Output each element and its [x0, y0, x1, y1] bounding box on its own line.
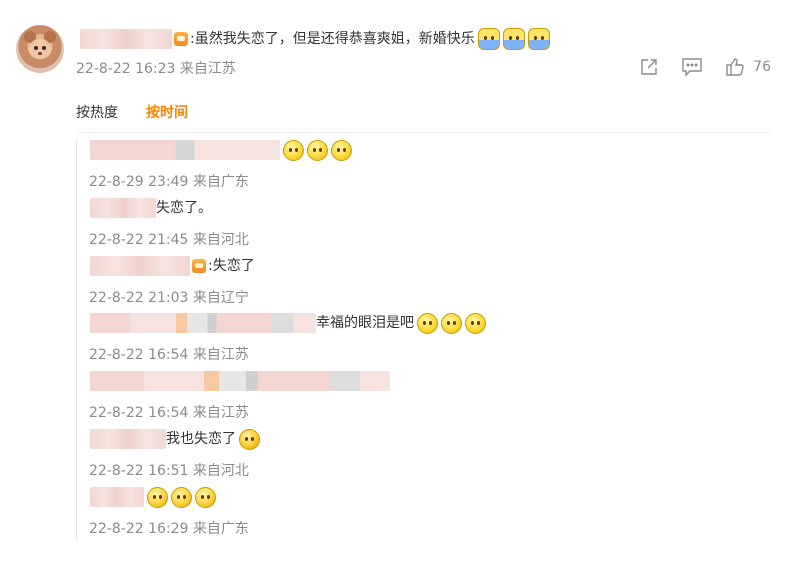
reply-item	[90, 486, 216, 508]
blurred-username[interactable]	[90, 313, 316, 333]
reply-meta: 22-8-22 21:03 来自辽宁	[89, 290, 249, 306]
share-button[interactable]	[639, 57, 659, 77]
comment-meta: 22-8-22 16:23 来自江苏	[76, 58, 236, 78]
like-count: 76	[753, 59, 771, 75]
eye-roll-emoji-icon	[441, 312, 462, 334]
tears-of-joy-emoji-icon	[239, 428, 260, 450]
comment-icon	[682, 58, 702, 77]
tab-sort-time[interactable]: 按时间	[146, 102, 188, 122]
blurred-username[interactable]	[90, 487, 144, 507]
reply-meta: 22-8-22 16:54 来自江苏	[89, 347, 249, 363]
blurred-username[interactable]	[90, 371, 390, 391]
pray-emoji-icon	[502, 28, 525, 50]
dizzy-face-emoji-icon	[307, 139, 328, 161]
vip-badge-icon	[174, 32, 188, 46]
eye-roll-emoji-icon	[417, 312, 438, 334]
pleading-face-emoji-icon	[147, 486, 168, 508]
reply-item: :失恋了	[90, 255, 255, 277]
sort-tabs: 按热度 按时间	[76, 102, 216, 122]
reply-button[interactable]	[681, 57, 703, 77]
comment-time: 22-8-22 16:23	[76, 61, 176, 77]
reply-meta: 22-8-29 23:49 来自广东	[89, 174, 249, 190]
reply-meta: 22-8-22 21:45 来自河北	[89, 232, 249, 248]
reply-thread-line	[76, 140, 77, 540]
like-button[interactable]: 76	[725, 57, 771, 77]
reply-item: 我也失恋了	[90, 428, 260, 450]
pleading-face-emoji-icon	[171, 486, 192, 508]
comment-actions: 76	[617, 56, 771, 78]
reply-item: 失恋了。	[90, 197, 212, 219]
dizzy-face-emoji-icon	[283, 139, 304, 161]
reply-meta: 22-8-22 16:54 来自江苏	[89, 405, 249, 421]
pleading-face-emoji-icon	[195, 486, 216, 508]
share-icon	[641, 59, 657, 75]
blurred-username[interactable]	[90, 256, 190, 276]
blurred-username[interactable]	[90, 198, 156, 218]
blurred-username[interactable]	[90, 140, 280, 160]
divider	[76, 132, 771, 133]
eye-roll-emoji-icon	[465, 312, 486, 334]
reply-item: 幸福的眼泪是吧	[90, 312, 486, 334]
pray-emoji-icon	[527, 28, 550, 50]
reply-meta: 22-8-22 16:29 来自广东	[89, 521, 249, 537]
comment-location: 来自江苏	[179, 61, 236, 77]
reply-item	[90, 139, 352, 161]
comment-text: :虽然我失恋了，但是还得恭喜爽姐，新婚快乐	[80, 28, 550, 50]
blurred-username[interactable]	[80, 29, 172, 49]
pray-emoji-icon	[477, 28, 500, 50]
reply-item	[90, 370, 390, 392]
dizzy-face-emoji-icon	[331, 139, 352, 161]
avatar[interactable]	[16, 25, 64, 73]
like-icon	[726, 58, 744, 76]
blurred-username[interactable]	[90, 429, 166, 449]
tab-sort-hot[interactable]: 按热度	[76, 102, 118, 122]
vip-badge-icon	[192, 259, 206, 273]
reply-meta: 22-8-22 16:51 来自河北	[89, 463, 249, 479]
